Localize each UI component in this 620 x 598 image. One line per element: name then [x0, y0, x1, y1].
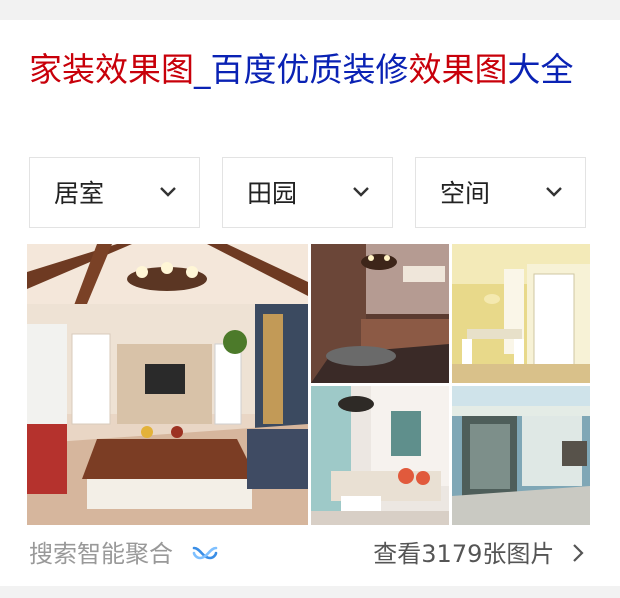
patio-photo[interactable] [452, 386, 590, 525]
filter-label: 田园 [247, 179, 298, 208]
source-text: 搜索智能聚合 [29, 540, 173, 568]
image-gallery [27, 244, 590, 525]
view-all-images-link[interactable]: 查看3179张图片 [373, 536, 584, 572]
living-room-photo[interactable] [27, 244, 308, 525]
filter-dropdown-rooms[interactable]: 居室 [29, 157, 200, 228]
chevron-down-icon [160, 187, 176, 197]
bowtie-logo-icon [192, 546, 217, 560]
bedroom-photo[interactable] [311, 244, 449, 383]
filter-bar: 居室 田园 空间 [29, 157, 589, 230]
title-highlight-2: 效果图 [408, 50, 508, 89]
title-plain-2: 大全 [507, 50, 574, 89]
image-result-card: 家装效果图_百度优质装修效果图大全 居室 田园 空间 搜索智能聚合 查看3179… [0, 20, 620, 586]
filter-dropdown-space[interactable]: 空间 [415, 157, 586, 228]
sitting-room-photo[interactable] [311, 386, 449, 525]
filter-label: 居室 [54, 179, 105, 208]
dining-room-photo[interactable] [452, 244, 590, 383]
chevron-down-icon [546, 187, 562, 197]
chevron-down-icon [353, 187, 369, 197]
source-label: 搜索智能聚合 [29, 536, 219, 572]
chevron-right-icon [573, 544, 584, 562]
result-title-link[interactable]: 家装效果图_百度优质装修效果图大全 [29, 46, 589, 94]
view-all-text: 查看3179张图片 [373, 540, 555, 568]
title-plain-1: _百度优质装修 [194, 50, 409, 89]
title-highlight-1: 家装效果图 [29, 50, 194, 89]
filter-label: 空间 [440, 179, 491, 208]
filter-dropdown-style[interactable]: 田园 [222, 157, 393, 228]
